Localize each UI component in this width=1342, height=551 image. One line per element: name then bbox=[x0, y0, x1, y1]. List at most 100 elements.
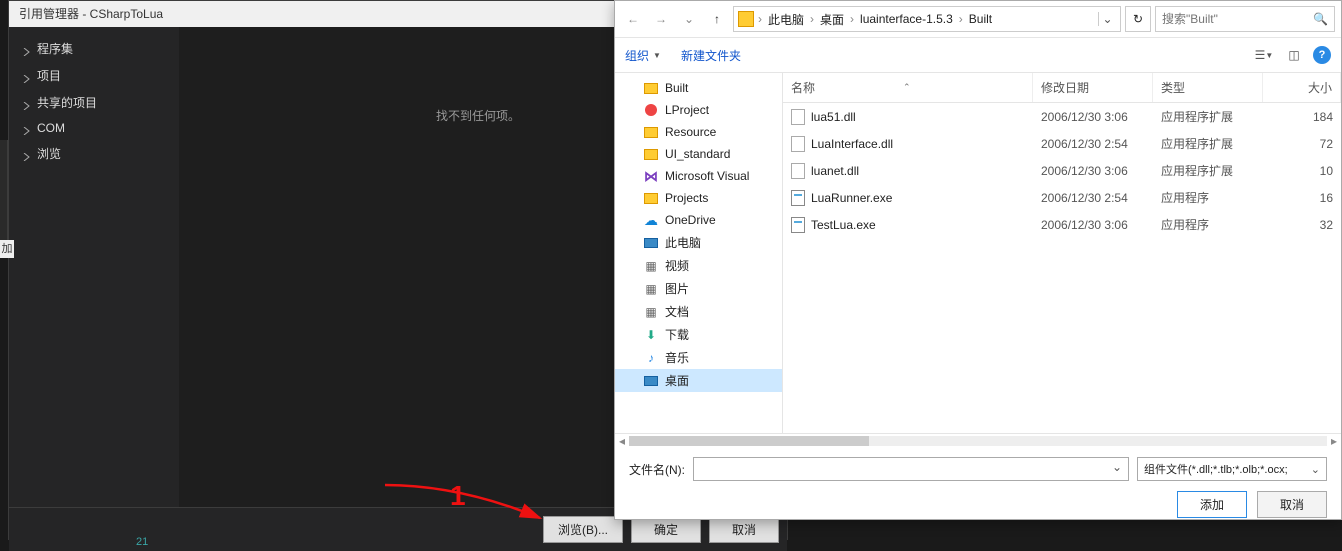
horizontal-scrollbar[interactable]: ◂ ▸ bbox=[615, 433, 1341, 447]
tree-item[interactable]: 桌面 bbox=[615, 369, 782, 392]
chevron-right-icon: › bbox=[959, 12, 963, 26]
add-button[interactable]: 添加 bbox=[1177, 491, 1247, 518]
file-filter-dropdown[interactable]: 组件文件(*.dll;*.tlb;*.olb;*.ocx; bbox=[1137, 457, 1327, 481]
file-icon bbox=[791, 217, 805, 233]
tree-item[interactable]: ⋈Microsoft Visual bbox=[615, 165, 782, 187]
sidebar-item-shared[interactable]: 共享的项目 bbox=[9, 89, 179, 116]
file-name: luanet.dll bbox=[811, 164, 859, 178]
sidebar-label: 程序集 bbox=[37, 40, 73, 57]
nav-back-button[interactable]: ← bbox=[621, 7, 645, 31]
chevron-right-icon bbox=[23, 72, 31, 80]
left-docked-panel-edge[interactable] bbox=[0, 140, 8, 240]
help-button[interactable]: ? bbox=[1313, 46, 1331, 64]
left-docked-tab[interactable]: 加 bbox=[0, 240, 14, 258]
file-icon bbox=[791, 190, 805, 206]
nav-up-button[interactable]: ↑ bbox=[705, 7, 729, 31]
crumb-desktop[interactable]: 桌面 bbox=[818, 11, 846, 28]
tree-item-label: 桌面 bbox=[665, 372, 689, 389]
tree-item-label: Resource bbox=[665, 125, 716, 139]
filename-label: 文件名(N): bbox=[629, 461, 685, 478]
file-name: TestLua.exe bbox=[811, 218, 876, 232]
chevron-down-icon: ▼ bbox=[653, 51, 661, 60]
file-row[interactable]: LuaInterface.dll2006/12/30 2:54应用程序扩展72 bbox=[783, 130, 1341, 157]
toolbar-new-folder[interactable]: 新建文件夹 bbox=[681, 47, 741, 64]
tree-item[interactable]: ⬇下载 bbox=[615, 323, 782, 346]
file-date: 2006/12/30 2:54 bbox=[1033, 135, 1153, 153]
tree-item-label: 下载 bbox=[665, 326, 689, 343]
search-box[interactable]: 🔍 bbox=[1155, 6, 1335, 32]
file-name: LuaInterface.dll bbox=[811, 137, 893, 151]
tree-item[interactable]: LProject bbox=[615, 99, 782, 121]
file-type: 应用程序扩展 bbox=[1153, 106, 1263, 127]
file-row[interactable]: luanet.dll2006/12/30 3:06应用程序扩展10 bbox=[783, 157, 1341, 184]
file-row[interactable]: TestLua.exe2006/12/30 3:06应用程序32 bbox=[783, 211, 1341, 238]
tree-item[interactable]: UI_standard bbox=[615, 143, 782, 165]
file-type: 应用程序扩展 bbox=[1153, 160, 1263, 181]
chevron-right-icon: › bbox=[810, 12, 814, 26]
sidebar-item-projects[interactable]: 项目 bbox=[9, 62, 179, 89]
breadcrumb[interactable]: › 此电脑 › 桌面 › luainterface-1.5.3 › Built … bbox=[733, 6, 1121, 32]
crumb-luainterface[interactable]: luainterface-1.5.3 bbox=[858, 12, 955, 26]
file-open-dialog: ← → ⌄ ↑ › 此电脑 › 桌面 › luainterface-1.5.3 … bbox=[614, 0, 1342, 520]
scroll-left-icon[interactable]: ◂ bbox=[619, 434, 625, 448]
nav-forward-button[interactable]: → bbox=[649, 7, 673, 31]
tree-item-label: 视频 bbox=[665, 257, 689, 274]
tree-item[interactable]: ☁OneDrive bbox=[615, 209, 782, 231]
col-name[interactable]: 名称⌃ bbox=[783, 73, 1033, 102]
folder-tree: BuiltLProject Resource UI_standard ⋈Microso… bbox=[615, 73, 783, 433]
sidebar-item-com[interactable]: COM bbox=[9, 116, 179, 140]
crumb-this-pc[interactable]: 此电脑 bbox=[766, 11, 806, 28]
tree-item[interactable]: Resource bbox=[615, 121, 782, 143]
col-label: 名称 bbox=[791, 79, 815, 96]
crumb-dropdown[interactable]: ⌄ bbox=[1098, 12, 1116, 26]
chevron-right-icon bbox=[23, 150, 31, 158]
browse-button[interactable]: 浏览(B)... bbox=[543, 516, 623, 543]
tree-item[interactable]: Built bbox=[615, 77, 782, 99]
tree-item[interactable]: ♪音乐 bbox=[615, 346, 782, 369]
chevron-right-icon: › bbox=[758, 12, 762, 26]
tree-item[interactable]: Projects bbox=[615, 187, 782, 209]
preview-pane-button[interactable]: ◫ bbox=[1283, 44, 1305, 66]
col-size[interactable]: 大小 bbox=[1263, 73, 1341, 102]
tree-item-label: 音乐 bbox=[665, 349, 689, 366]
tree-item[interactable]: 此电脑 bbox=[615, 231, 782, 254]
filename-input[interactable] bbox=[693, 457, 1129, 481]
file-type: 应用程序 bbox=[1153, 187, 1263, 208]
file-name: LuaRunner.exe bbox=[811, 191, 892, 205]
tree-item-label: OneDrive bbox=[665, 213, 716, 227]
file-icon bbox=[791, 109, 805, 125]
tree-item-label: UI_standard bbox=[665, 147, 730, 161]
file-size: 72 bbox=[1263, 135, 1341, 153]
file-size: 16 bbox=[1263, 189, 1341, 207]
toolbar-organize[interactable]: 组织 ▼ bbox=[625, 47, 661, 64]
scroll-right-icon[interactable]: ▸ bbox=[1331, 434, 1337, 448]
file-row[interactable]: LuaRunner.exe 2006/12/30 2:54应用程序16 bbox=[783, 184, 1341, 211]
chevron-right-icon bbox=[23, 99, 31, 107]
col-type[interactable]: 类型 bbox=[1153, 73, 1263, 102]
tree-item[interactable]: ▦文档 bbox=[615, 300, 782, 323]
toolbar-label: 组织 bbox=[625, 47, 649, 64]
sidebar-item-browse[interactable]: 浏览 bbox=[9, 140, 179, 167]
file-icon bbox=[791, 136, 805, 152]
scroll-thumb[interactable] bbox=[629, 436, 869, 446]
tree-item[interactable]: ▦图片 bbox=[615, 277, 782, 300]
refresh-button[interactable]: ↻ bbox=[1125, 6, 1151, 32]
tree-item[interactable]: ▦视频 bbox=[615, 254, 782, 277]
tree-item-label: Microsoft Visual bbox=[665, 169, 749, 183]
search-input[interactable] bbox=[1162, 12, 1328, 26]
cancel-button[interactable]: 取消 bbox=[1257, 491, 1327, 518]
file-row[interactable]: lua51.dll2006/12/30 3:06应用程序扩展184 bbox=[783, 103, 1341, 130]
reference-manager-sidebar: 程序集 项目 共享的项目 COM 浏览 bbox=[9, 27, 179, 507]
file-date: 2006/12/30 2:54 bbox=[1033, 189, 1153, 207]
nav-recent-button[interactable]: ⌄ bbox=[677, 7, 701, 31]
tree-item-label: 此电脑 bbox=[665, 234, 701, 251]
chevron-right-icon bbox=[23, 124, 31, 132]
filter-text: 组件文件(*.dll;*.tlb;*.olb;*.ocx; bbox=[1144, 461, 1288, 477]
view-mode-button[interactable]: ☰ ▼ bbox=[1253, 44, 1275, 66]
crumb-built[interactable]: Built bbox=[967, 12, 994, 26]
col-date[interactable]: 修改日期 bbox=[1033, 73, 1153, 102]
editor-line-number: 21 bbox=[136, 536, 148, 548]
sidebar-label: COM bbox=[37, 121, 65, 135]
sidebar-label: 项目 bbox=[37, 67, 61, 84]
sidebar-item-assemblies[interactable]: 程序集 bbox=[9, 35, 179, 62]
